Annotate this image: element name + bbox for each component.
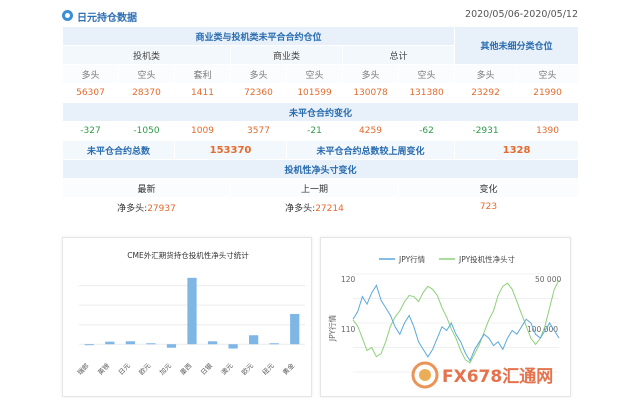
bar-tick-label: 欧元 — [137, 361, 153, 377]
bar-tick-label: 英镑 — [96, 361, 112, 377]
table-cell: 1009 — [174, 121, 231, 141]
line-chart: JPY行情 JPY投机性净头寸 JPY行情 120 110 50 000 100… — [327, 254, 561, 389]
table-cell: -1050 — [118, 121, 175, 141]
watermark-text: FX678汇通网 — [442, 367, 553, 387]
bar — [146, 343, 156, 345]
main-header: 商业类与投机类未平合合约仓位 — [61, 26, 456, 46]
bar-chart-panel: CME外汇期货持仓投机性净头寸统计 瑞郎 英镑 日元 欧元 加元 墨西 日银 澳元 欧元 纽元 黄金 — [62, 237, 312, 397]
col-long: 多头 — [342, 64, 399, 84]
legend-jpy: JPY行情 — [398, 254, 426, 264]
prev-cell: 净多头:27214 — [230, 197, 399, 217]
table-cell: 130078 — [342, 83, 399, 103]
y-left-mid: 110 — [341, 325, 356, 334]
legend-pos: JPY投机性净头寸 — [458, 254, 516, 264]
table-cell: 1411 — [174, 83, 231, 103]
bar-tick-label: 纽元 — [260, 361, 276, 377]
col-long: 多头 — [454, 64, 518, 84]
series-line-position — [352, 279, 560, 364]
latest-label: 最新 — [62, 178, 231, 198]
col-long: 多头 — [62, 64, 119, 84]
prev-label: 上一期 — [230, 178, 399, 198]
total-value: 153370 — [174, 140, 287, 160]
bar-tick-label: 欧元 — [239, 361, 255, 377]
circle-icon — [62, 10, 73, 21]
col-short: 空头 — [118, 64, 175, 84]
bar — [290, 313, 300, 345]
y-left-top: 120 — [341, 275, 356, 284]
change-label: 变化 — [397, 178, 580, 198]
col-spread: 套利 — [174, 64, 231, 84]
page-header: 日元持仓数据 2020/05/06-2020/05/12 — [62, 6, 578, 26]
change-value: 723 — [397, 197, 580, 217]
net-long-label: 净多头: — [117, 203, 148, 214]
table-cell: -62 — [397, 121, 456, 141]
date-range: 2020/05/06-2020/05/12 — [465, 9, 578, 20]
col-short: 空头 — [397, 64, 456, 84]
group-total: 总计 — [341, 45, 456, 65]
positions-table: 商业类与投机类未平合合约仓位 其他未细分类仓位 投机类 商业类 总计 多头 空头… — [61, 26, 580, 217]
bar-chart-title: CME外汇期货持仓投机性净头寸统计 — [127, 250, 249, 260]
bar-tick-label: 澳元 — [219, 361, 235, 377]
bar-tick-label: 日元 — [117, 361, 132, 376]
col-short: 空头 — [516, 64, 580, 84]
table-cell: 28370 — [118, 83, 175, 103]
table-cell: -21 — [286, 121, 343, 141]
latest-cell: 净多头:27937 — [62, 197, 231, 217]
bar — [166, 344, 177, 348]
change-header: 未平仓合约变化 — [61, 102, 580, 122]
bar-tick-label: 瑞郎 — [75, 361, 91, 377]
bar — [187, 277, 197, 345]
table-cell: -2931 — [454, 121, 518, 141]
total-label: 未平仓合约总数 — [62, 140, 175, 160]
bar — [207, 341, 218, 345]
table-cell: 23292 — [454, 83, 518, 103]
group-comm: 商业类 — [230, 45, 343, 65]
table-cell: 56307 — [62, 83, 119, 103]
table-cell: 101599 — [286, 83, 343, 103]
spec-header: 投机性净头寸变化 — [61, 159, 580, 179]
table-cell: 3577 — [230, 121, 287, 141]
other-header: 其他未细分类仓位 — [454, 26, 580, 65]
bar — [105, 341, 115, 345]
table-cell: 4259 — [342, 121, 399, 141]
weekly-label: 未平仓合约总数较上周变化 — [285, 140, 456, 160]
table-cell: 21990 — [516, 83, 580, 103]
latest-value: 27937 — [147, 203, 176, 214]
watermark: FX678汇通网 — [411, 361, 553, 389]
group-spec: 投机类 — [62, 45, 231, 65]
col-short: 空头 — [286, 64, 343, 84]
prev-value: 27214 — [315, 203, 344, 214]
col-long: 多头 — [230, 64, 287, 84]
weekly-value: 1328 — [454, 140, 580, 160]
net-long-label: 净多头: — [285, 203, 316, 214]
bar — [228, 344, 238, 349]
bar-tick-label: 日银 — [198, 361, 214, 377]
bar-tick-label: 墨西 — [179, 361, 194, 376]
page-title: 日元持仓数据 — [77, 13, 137, 24]
y-axis-label: JPY行情 — [327, 314, 337, 342]
table-cell: 72360 — [230, 83, 287, 103]
bar-chart: CME外汇期货持仓投机性净头寸统计 瑞郎 英镑 日元 欧元 加元 墨西 日银 澳元 欧元 纽元 黄金 — [75, 250, 305, 377]
table-cell: 1390 — [516, 121, 580, 141]
bar — [249, 335, 259, 345]
bar — [269, 343, 279, 345]
bar — [125, 341, 135, 345]
bar — [84, 344, 94, 346]
table-cell: -327 — [62, 121, 119, 141]
watermark-logo-inner — [419, 369, 431, 381]
bar-tick-label: 加元 — [157, 361, 173, 377]
bar-tick-label: 黄金 — [281, 361, 297, 377]
line-chart-panel: JPY行情 JPY投机性净头寸 JPY行情 120 110 50 000 100… — [320, 237, 571, 397]
table-cell: 131380 — [397, 83, 456, 103]
